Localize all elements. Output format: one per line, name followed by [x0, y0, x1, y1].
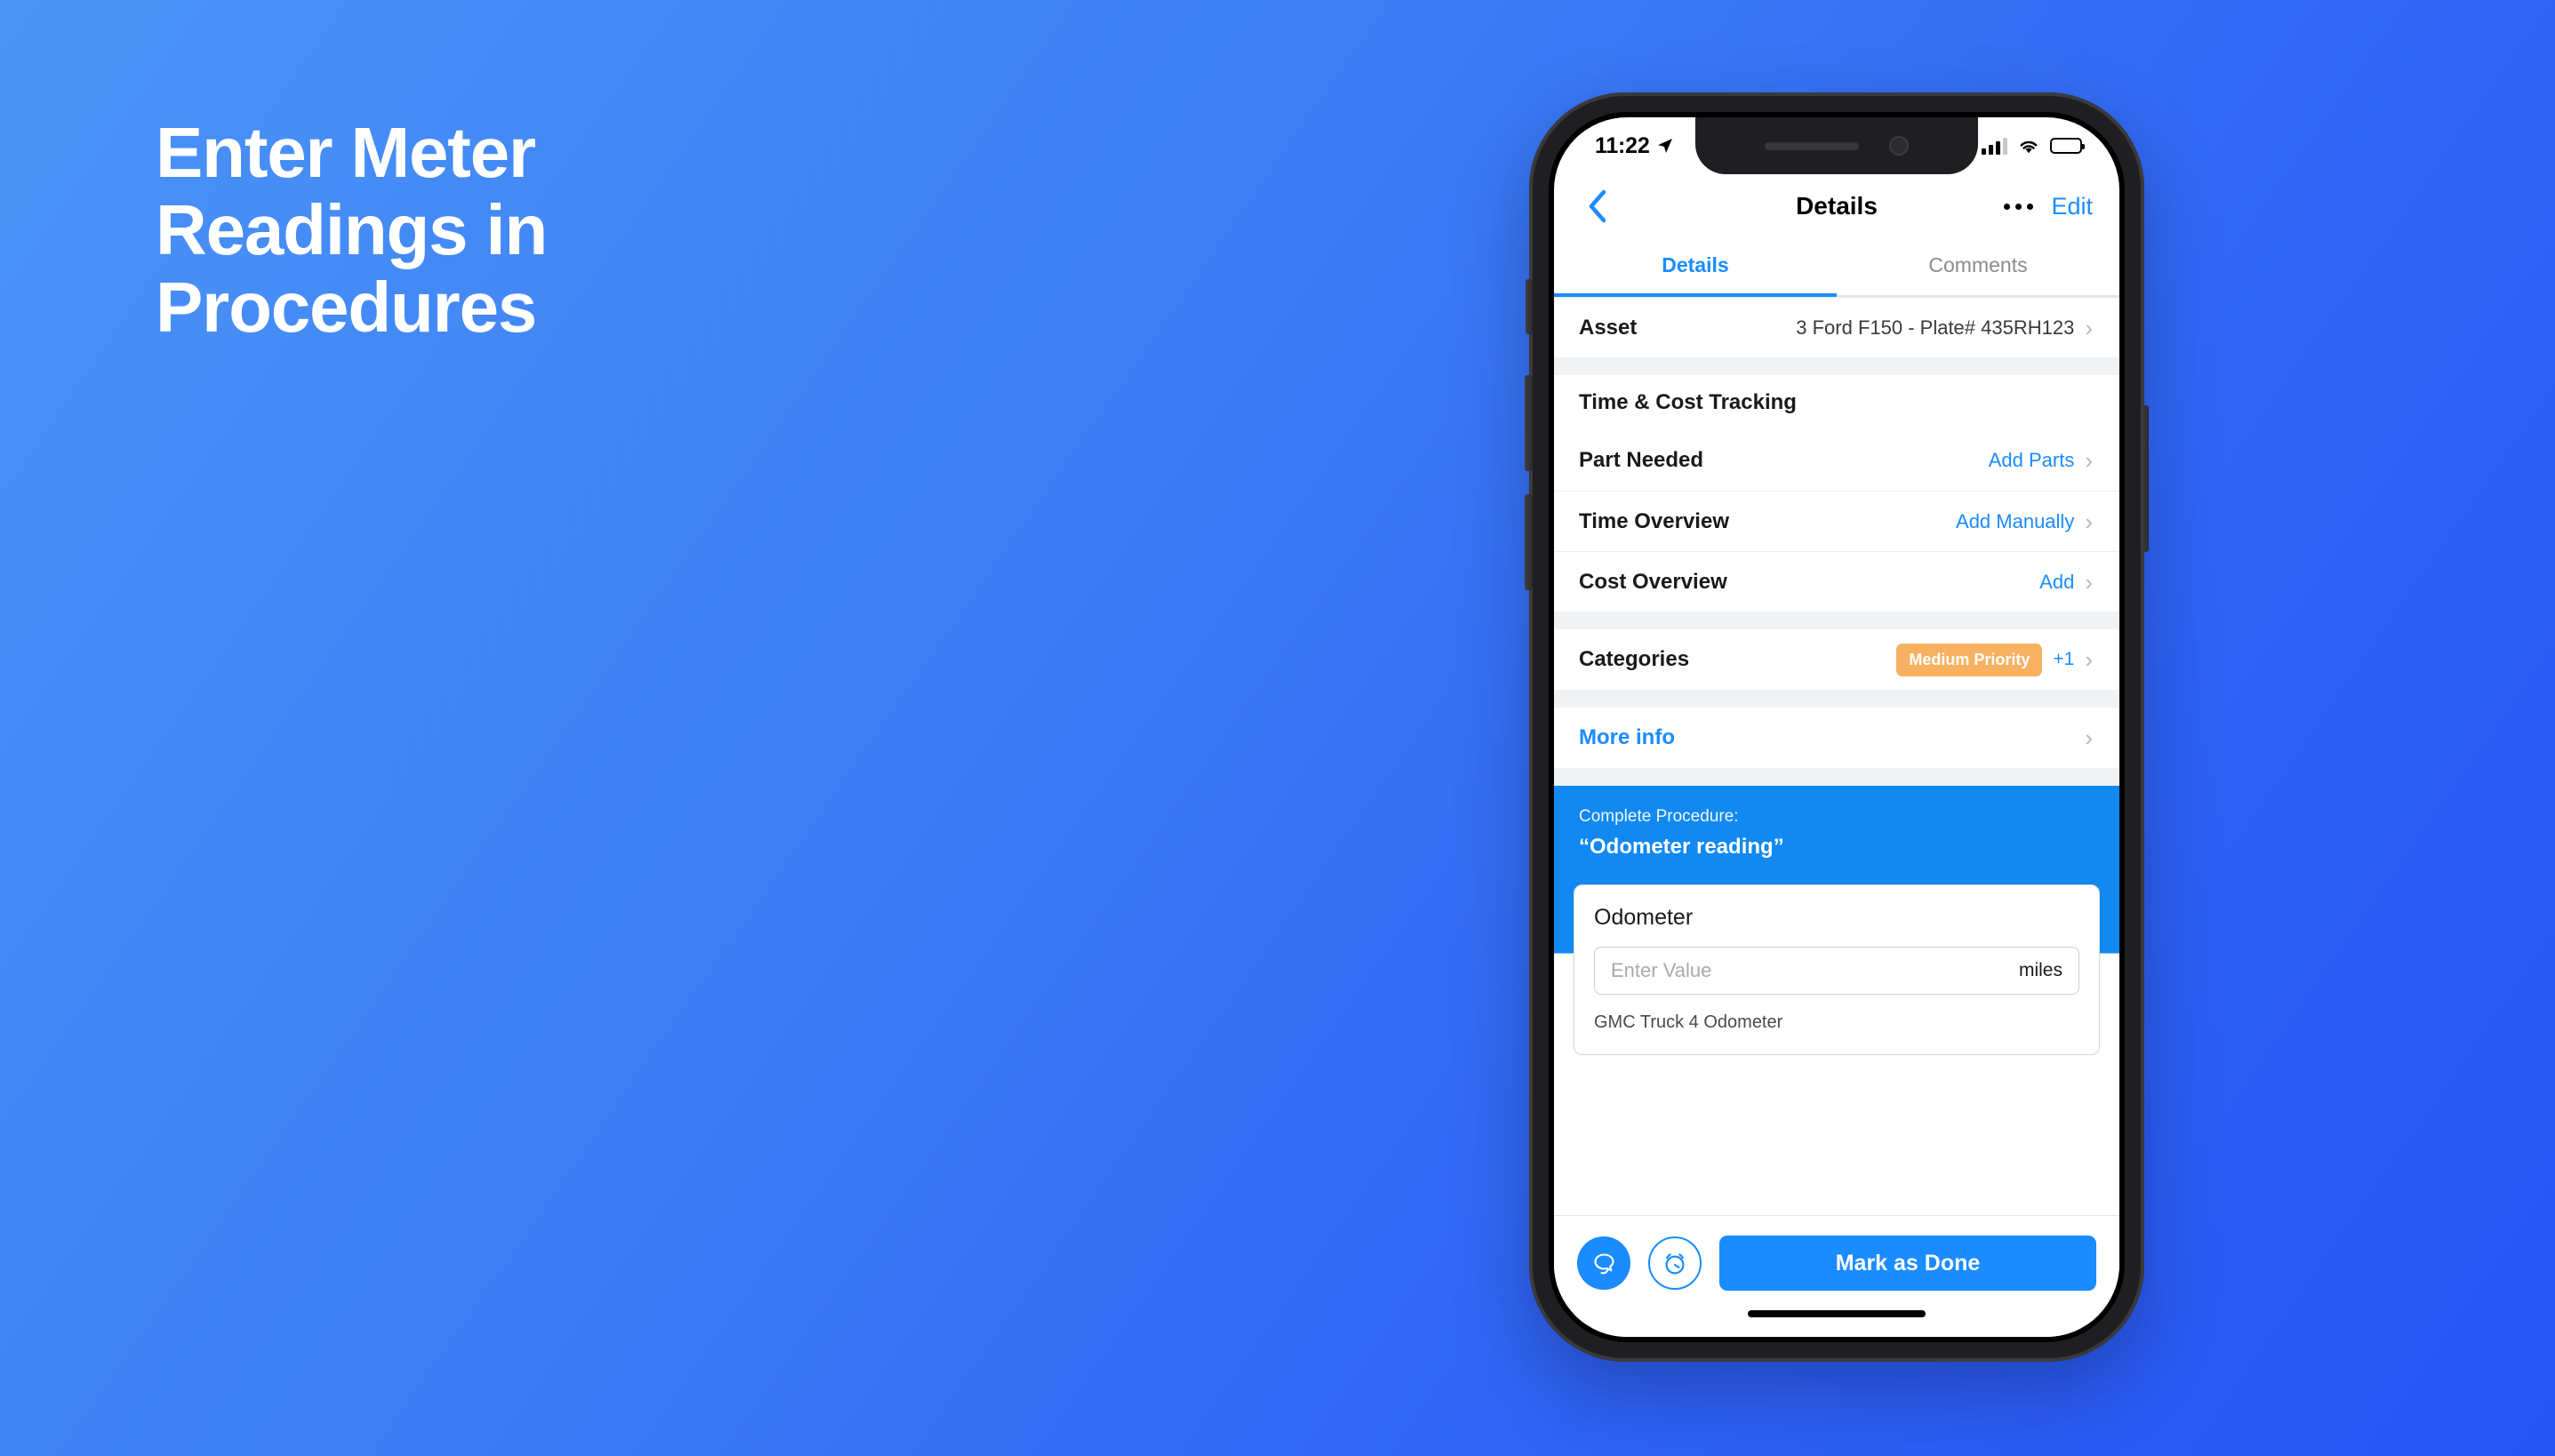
asset-label: Asset [1579, 315, 1638, 340]
phone-mockup: 11:22 Details Edit Details Comments Asse… [1525, 92, 2149, 1362]
section-separator [1554, 690, 2119, 708]
battery-icon [2050, 138, 2085, 154]
tab-comments[interactable]: Comments [1837, 238, 2119, 295]
tab-bar: Details Comments [1554, 238, 2119, 297]
volume-down-button[interactable] [1525, 494, 1533, 590]
more-options-icon[interactable] [2004, 203, 2034, 210]
odometer-input-field[interactable]: miles [1594, 947, 2079, 995]
home-indicator[interactable] [1748, 1310, 1926, 1317]
categories-more-count: +1 [2053, 649, 2075, 669]
wifi-icon [2020, 140, 2038, 153]
phone-bezel: 11:22 Details Edit Details Comments Asse… [1549, 112, 2125, 1342]
priority-badge: Medium Priority [1896, 643, 2043, 676]
status-time-group: 11:22 [1595, 133, 1674, 159]
section-separator [1554, 768, 2119, 786]
procedure-kicker: Complete Procedure: [1579, 807, 1739, 826]
stopwatch-icon [1665, 1253, 1685, 1275]
marketing-headline: Enter Meter Readings in Procedures [156, 114, 956, 347]
cost-overview-row[interactable]: Cost Overview Add › [1554, 551, 2119, 612]
part-needed-row[interactable]: Part Needed Add Parts › [1554, 430, 2119, 491]
time-overview-label: Time Overview [1579, 508, 1729, 533]
details-content: Asset 3 Ford F150 - Plate# 435RH123 › Ti… [1554, 297, 2119, 1337]
timer-button[interactable] [1648, 1236, 1702, 1290]
chevron-left-icon [1589, 189, 1606, 223]
cellular-signal-icon [1982, 137, 2007, 155]
section-separator [1554, 357, 2119, 375]
odometer-card-title: Odometer [1594, 905, 1694, 930]
chevron-right-icon: › [2085, 314, 2093, 341]
mark-as-done-button[interactable]: Mark as Done [1719, 1236, 2096, 1291]
categories-row[interactable]: Categories Medium Priority +1 › [1554, 629, 2119, 690]
more-info-row[interactable]: More info › [1554, 708, 2119, 768]
categories-label: Categories [1579, 647, 1690, 671]
add-cost-action[interactable]: Add [2039, 571, 2074, 594]
add-parts-action[interactable]: Add Parts [1989, 449, 2075, 472]
earpiece-speaker-icon [1765, 141, 1859, 150]
content-filler [1554, 1055, 2119, 1215]
time-cost-tracking-title: Time & Cost Tracking [1554, 375, 2119, 430]
odometer-value-input[interactable] [1611, 959, 2006, 982]
time-overview-row[interactable]: Time Overview Add Manually › [1554, 491, 2119, 551]
odometer-unit-label: miles [2018, 960, 2062, 980]
asset-value-group: 3 Ford F150 - Plate# 435RH123 › [1796, 316, 2093, 340]
navigation-bar: Details Edit [1554, 174, 2119, 238]
home-indicator-area [1554, 1291, 2119, 1337]
headline-line-2: Readings in [156, 190, 548, 270]
location-arrow-icon [1657, 139, 1672, 153]
edit-button[interactable]: Edit [2051, 193, 2093, 220]
phone-screen: 11:22 Details Edit Details Comments Asse… [1554, 117, 2119, 1337]
bottom-action-bar: Mark as Done [1554, 1215, 2119, 1291]
status-time-label: 11:22 [1595, 132, 1650, 158]
cost-overview-label: Cost Overview [1579, 569, 1727, 594]
procedure-title: “Odometer reading” [1579, 835, 1784, 859]
part-needed-label: Part Needed [1579, 448, 1704, 472]
section-separator [1554, 612, 2119, 629]
comment-bubble-icon [1594, 1253, 1614, 1275]
front-camera-icon [1889, 136, 1909, 156]
notch [1695, 117, 1978, 174]
odometer-card: Odometer miles GMC Truck 4 Odometer [1574, 884, 2100, 1055]
odometer-meter-name: GMC Truck 4 Odometer [1594, 1012, 1783, 1032]
tab-details[interactable]: Details [1554, 238, 1837, 297]
status-indicators [1982, 137, 2085, 155]
more-info-label: More info [1579, 725, 1675, 749]
power-button[interactable] [2141, 405, 2149, 552]
chevron-right-icon: › [2085, 646, 2093, 673]
chevron-right-icon: › [2085, 724, 2093, 751]
asset-value: 3 Ford F150 - Plate# 435RH123 [1796, 316, 2075, 339]
asset-row[interactable]: Asset 3 Ford F150 - Plate# 435RH123 › [1554, 297, 2119, 357]
headline-line-1: Enter Meter [156, 113, 536, 192]
mute-switch-button[interactable] [1526, 279, 1533, 334]
add-manually-action[interactable]: Add Manually [1956, 510, 2074, 533]
procedure-card-area: Odometer miles GMC Truck 4 Odometer [1554, 860, 2119, 1055]
chevron-right-icon: › [2085, 568, 2093, 596]
procedure-banner: Complete Procedure: “Odometer reading” [1554, 786, 2119, 860]
navbar-actions: Edit [2004, 193, 2093, 220]
chevron-right-icon: › [2085, 508, 2093, 535]
volume-up-button[interactable] [1525, 375, 1533, 471]
headline-line-3: Procedures [156, 268, 537, 348]
chevron-right-icon: › [2085, 447, 2093, 474]
comment-button[interactable] [1577, 1236, 1630, 1290]
back-button[interactable] [1577, 186, 1618, 227]
